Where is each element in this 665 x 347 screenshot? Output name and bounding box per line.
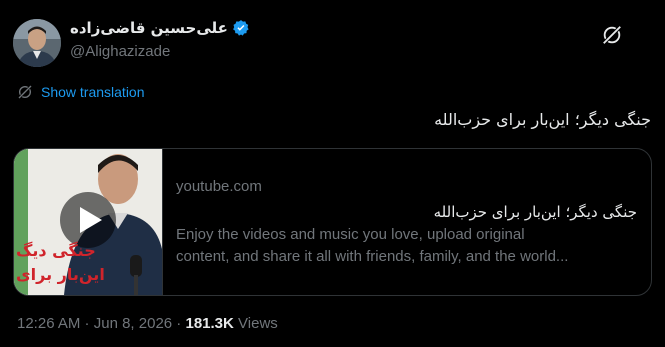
views-label: Views (238, 315, 278, 332)
link-card[interactable]: جنگی دیگ این‌بار برای youtube.com جنگی د… (13, 148, 652, 296)
grok-icon[interactable] (601, 24, 623, 46)
show-translation-link[interactable]: Show translation (41, 84, 145, 100)
tweet-time[interactable]: 12:26 AM (17, 315, 80, 332)
author-display-name[interactable]: علی‌حسین قاضی‌زاده (70, 19, 228, 37)
meta-separator-2: · (172, 315, 186, 332)
card-description-line1: Enjoy the videos and music you love, upl… (176, 226, 525, 243)
card-description: Enjoy the videos and music you love, upl… (176, 224, 636, 268)
person-avatar-icon (13, 19, 61, 67)
video-thumbnail[interactable]: جنگی دیگ این‌بار برای (14, 149, 163, 295)
tweet-date[interactable]: Jun 8, 2026 (94, 315, 172, 332)
thumbnail-text-line1: جنگی دیگ (16, 241, 96, 260)
tweet-text: جنگی دیگر؛ این‌بار برای حزب‌الله (434, 110, 651, 129)
author-handle[interactable]: @Alighazizade (70, 43, 170, 60)
avatar[interactable] (13, 19, 61, 67)
verified-badge-icon (233, 20, 249, 36)
show-translation-row[interactable]: Show translation (17, 84, 145, 100)
author-display-name-row[interactable]: علی‌حسین قاضی‌زاده (70, 19, 250, 37)
card-description-line2: content, and share it all with friends, … (176, 248, 569, 265)
tweet-meta: 12:26 AM · Jun 8, 2026 · 181.3K Views (17, 315, 278, 332)
globe-icon (18, 85, 32, 99)
card-title: جنگی دیگر؛ این‌بار برای حزب‌الله (433, 203, 637, 221)
card-domain: youtube.com (176, 178, 262, 195)
meta-separator: · (80, 315, 94, 332)
views-count: 181.3K (185, 315, 234, 332)
thumbnail-text-line2: این‌بار برای (16, 265, 105, 284)
